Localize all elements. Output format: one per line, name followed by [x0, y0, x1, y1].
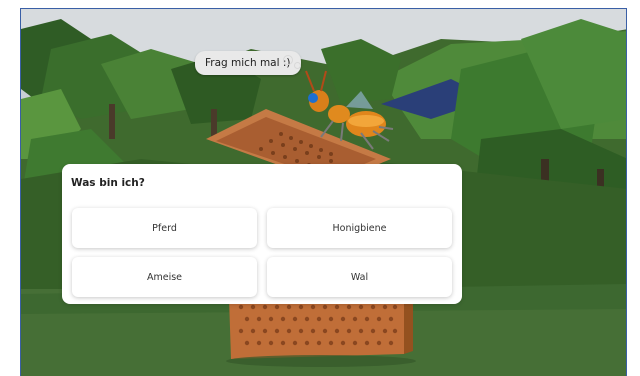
answer-label: Wal [350, 271, 369, 283]
thought-dot-large [283, 55, 293, 65]
answer-label: Honigbiene [332, 222, 387, 234]
screenshot-frame: Frag mich mal :) Was bin ich? Pferd Honi… [0, 0, 640, 376]
answer-label: Ameise [146, 271, 183, 283]
answer-button-wal[interactable]: Wal [267, 257, 452, 297]
answer-button-pferd[interactable]: Pferd [72, 208, 257, 248]
quiz-panel: Was bin ich? Pferd Honigbiene Ameise Wal [62, 164, 462, 304]
answer-button-ameise[interactable]: Ameise [72, 257, 257, 297]
quiz-question: Was bin ich? [71, 177, 145, 189]
thought-dot-small [294, 62, 301, 69]
game-viewport: Frag mich mal :) Was bin ich? Pferd Honi… [20, 8, 627, 376]
answer-label: Pferd [152, 222, 177, 234]
answer-button-honigbiene[interactable]: Honigbiene [267, 208, 452, 248]
speech-bubble-text: Frag mich mal :) [205, 57, 291, 69]
